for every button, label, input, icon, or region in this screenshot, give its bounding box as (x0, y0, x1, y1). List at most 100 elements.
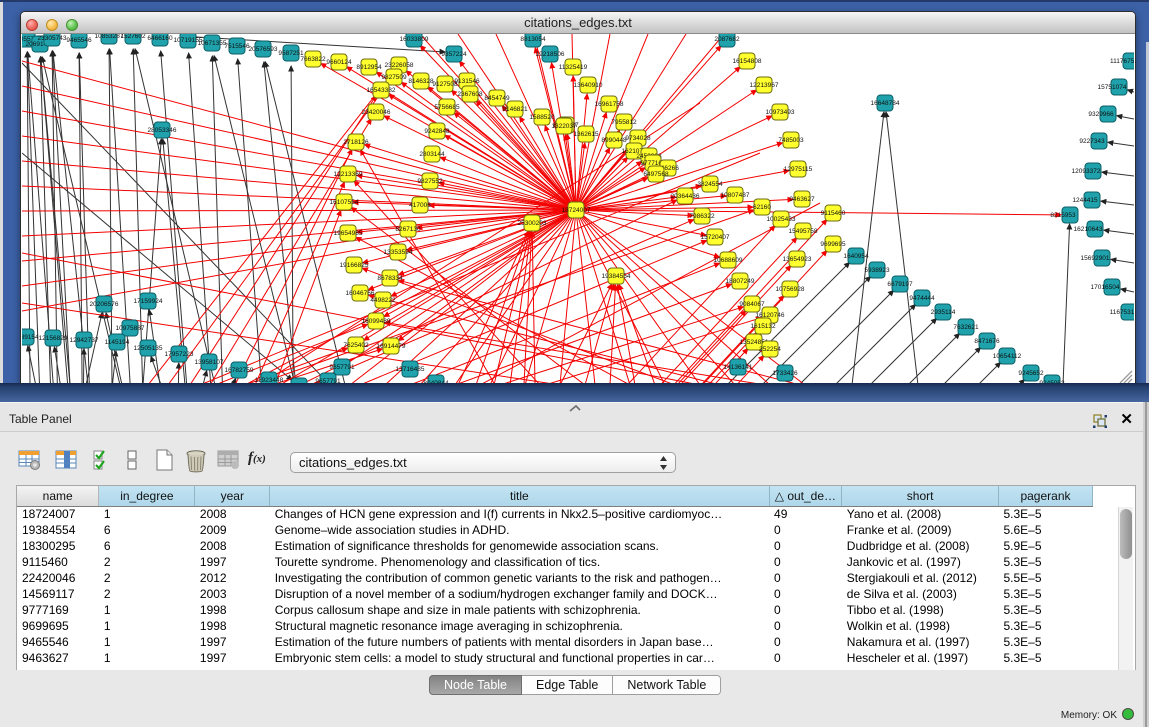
svg-text:8146328: 8146328 (408, 78, 434, 85)
svg-text:5756685: 5756685 (434, 104, 460, 111)
svg-text:9734028: 9734028 (625, 135, 651, 142)
svg-text:11923448: 11923448 (255, 377, 284, 384)
svg-text:6497568: 6497568 (643, 171, 669, 178)
svg-text:16154808: 16154808 (733, 58, 762, 65)
svg-text:6679197: 6679197 (887, 281, 913, 288)
svg-text:8471676: 8471676 (974, 338, 1000, 345)
svg-text:12975115: 12975115 (784, 166, 813, 173)
svg-text:9146821: 9146821 (502, 106, 528, 113)
svg-text:11176753: 11176753 (1110, 58, 1134, 65)
svg-text:10688609: 10688609 (714, 257, 743, 264)
svg-text:9657791: 9657791 (329, 364, 355, 371)
svg-text:20364436: 20364436 (671, 193, 700, 200)
svg-text:9329966: 9329966 (1088, 111, 1114, 118)
svg-text:1588520: 1588520 (529, 114, 555, 121)
svg-text:19166825: 19166825 (340, 262, 369, 269)
svg-text:1167531: 1167531 (1110, 309, 1134, 316)
svg-text:19384554: 19384554 (602, 273, 631, 280)
svg-text:9657791: 9657791 (315, 378, 341, 385)
svg-text:9827509: 9827509 (381, 74, 407, 81)
svg-text:3824554: 3824554 (697, 181, 723, 188)
svg-text:15751074: 15751074 (1098, 84, 1127, 91)
svg-text:4239154: 4239154 (22, 334, 39, 341)
svg-text:2367608: 2367608 (457, 91, 483, 98)
svg-text:16648784: 16648784 (871, 100, 900, 107)
svg-text:7632621: 7632621 (953, 324, 979, 331)
svg-text:9245652: 9245652 (1018, 370, 1044, 377)
svg-text:15495758: 15495758 (789, 228, 818, 235)
svg-text:18807249: 18807249 (726, 278, 755, 285)
svg-text:9465546: 9465546 (66, 37, 92, 44)
svg-text:1322037: 1322037 (551, 123, 577, 130)
svg-text:7485003: 7485003 (778, 137, 804, 144)
svg-text:10671355: 10671355 (198, 40, 227, 47)
svg-text:1733426: 1733426 (772, 370, 798, 377)
svg-text:13640910: 13640910 (574, 82, 603, 89)
svg-text:1362615: 1362615 (573, 131, 599, 138)
svg-text:12156829: 12156829 (39, 335, 68, 342)
svg-text:12093372: 12093372 (1072, 168, 1101, 175)
svg-text:252254: 252254 (759, 346, 781, 353)
svg-text:5938923: 5938923 (864, 267, 890, 274)
svg-text:13958107: 13958107 (195, 359, 224, 366)
svg-text:16543382: 16543382 (367, 87, 396, 94)
svg-text:8990448: 8990448 (601, 137, 627, 144)
svg-text:20576593: 20576593 (249, 46, 278, 53)
svg-text:13353594: 13353594 (384, 249, 413, 256)
svg-text:8678334: 8678334 (377, 275, 403, 282)
svg-text:7955812: 7955812 (611, 119, 637, 126)
svg-text:9115460: 9115460 (821, 210, 846, 217)
svg-text:9699695: 9699695 (820, 241, 846, 248)
svg-text:16210643: 16210643 (1074, 226, 1103, 233)
svg-text:62160: 62160 (753, 204, 771, 211)
svg-text:9657791: 9657791 (286, 383, 312, 385)
svg-text:9463627: 9463627 (789, 196, 815, 203)
svg-text:7663822: 7663822 (300, 56, 326, 63)
svg-text:1145194: 1145194 (105, 339, 130, 346)
svg-text:12213369: 12213369 (334, 171, 363, 178)
svg-text:8040844: 8040844 (423, 380, 449, 385)
svg-text:25300203: 25300203 (518, 220, 547, 227)
svg-text:19218506: 19218506 (536, 51, 565, 58)
svg-text:16046766: 16046766 (346, 290, 375, 297)
svg-text:10756928: 10756928 (776, 286, 805, 293)
svg-text:15692901: 15692901 (1081, 255, 1110, 262)
svg-text:16961758: 16961758 (595, 101, 624, 108)
svg-text:417006: 417006 (409, 202, 431, 209)
svg-text:16099489: 16099489 (362, 318, 391, 325)
svg-text:1640954: 1640954 (843, 253, 869, 260)
svg-text:14136141: 14136141 (724, 364, 753, 371)
svg-text:9245052: 9245052 (1039, 380, 1065, 385)
svg-text:16033809: 16033809 (400, 36, 429, 43)
svg-text:13654923: 13654923 (783, 256, 812, 263)
svg-text:10807487: 10807487 (721, 192, 750, 199)
svg-text:10973493: 10973493 (766, 109, 795, 116)
svg-text:17957223: 17957223 (165, 351, 194, 358)
svg-text:17159924: 17159924 (134, 298, 163, 305)
svg-text:4498222: 4498222 (370, 297, 396, 304)
svg-text:23226058: 23226058 (385, 62, 414, 69)
svg-text:10654112: 10654112 (993, 353, 1022, 360)
svg-text:9660124: 9660124 (326, 59, 352, 66)
svg-text:17016504: 17016504 (1091, 284, 1120, 291)
svg-text:8267130: 8267130 (395, 226, 421, 233)
svg-text:1615132: 1615132 (750, 323, 776, 330)
svg-text:11325419: 11325419 (559, 64, 588, 71)
svg-text:28053346: 28053346 (148, 127, 177, 134)
svg-text:8912954: 8912954 (356, 64, 382, 71)
svg-text:2935114: 2935114 (931, 309, 956, 316)
svg-text:8454749: 8454749 (484, 95, 510, 102)
svg-text:1527602: 1527602 (120, 34, 146, 40)
svg-text:9827552: 9827552 (417, 178, 443, 185)
svg-text:6466160: 6466160 (147, 35, 173, 42)
svg-text:2803144: 2803144 (419, 151, 445, 158)
svg-text:8813054: 8813054 (520, 36, 546, 43)
svg-text:16782759: 16782759 (225, 367, 254, 374)
svg-text:19654985: 19654985 (334, 230, 363, 237)
svg-text:9357224: 9357224 (441, 51, 467, 58)
svg-text:12942737: 12942737 (70, 337, 99, 344)
svg-text:2718126: 2718126 (343, 139, 369, 146)
svg-text:9242848: 9242848 (424, 128, 450, 135)
svg-text:9084067: 9084067 (739, 301, 765, 308)
svg-text:7625402: 7625402 (343, 342, 369, 349)
